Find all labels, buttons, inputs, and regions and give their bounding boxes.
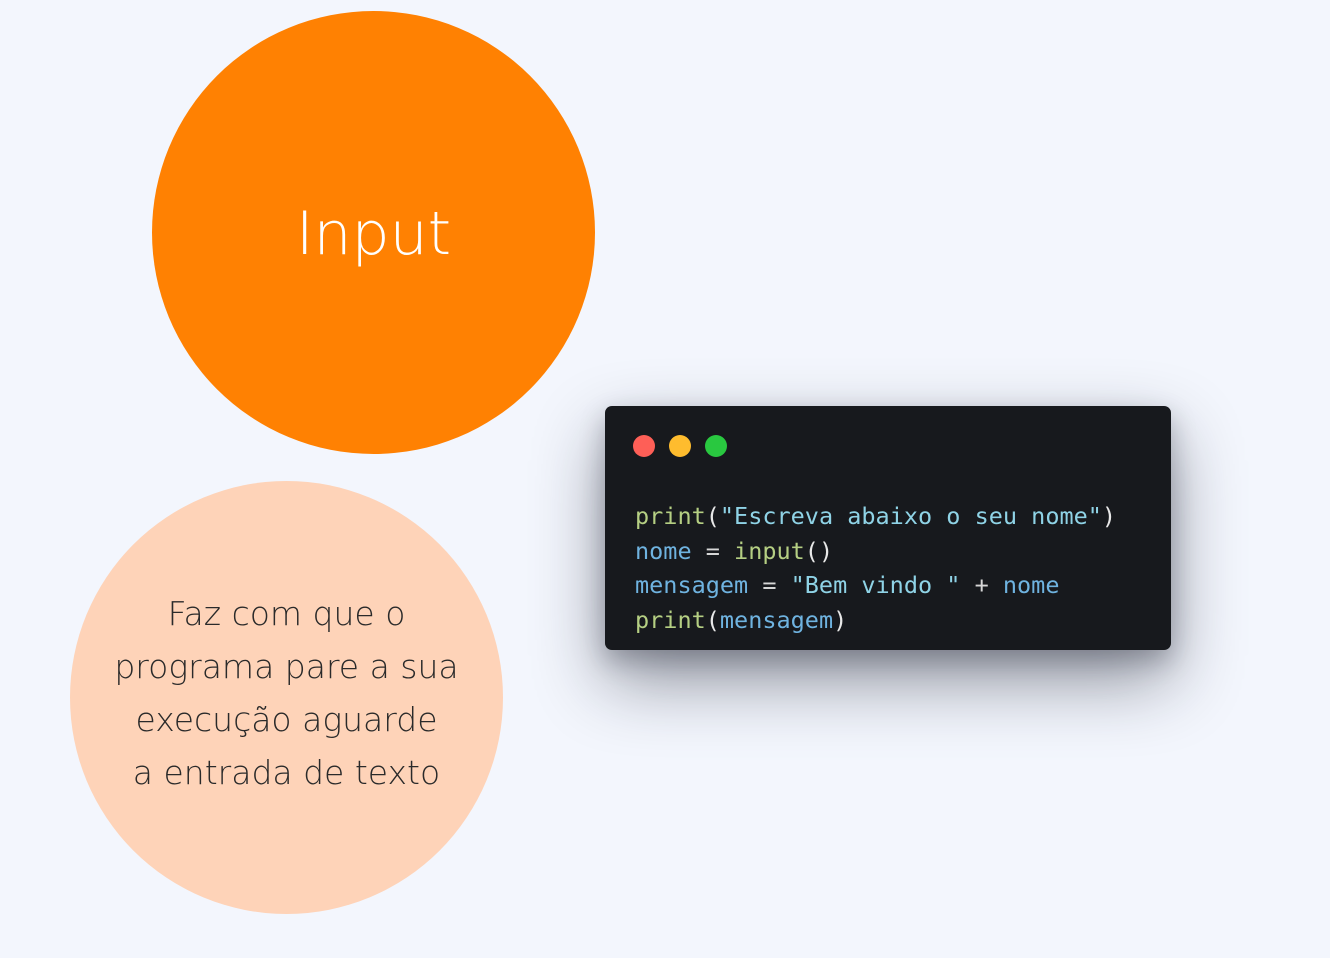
- code-token: print: [635, 502, 706, 530]
- slide-title: Input: [295, 198, 452, 269]
- code-token: nome: [1002, 571, 1060, 599]
- description-circle: Faz com que o programa pare a sua execuç…: [70, 481, 503, 914]
- code-block: print("Escreva abaixo o seu nome") nome =…: [635, 499, 1116, 637]
- code-token: +: [960, 571, 1003, 599]
- code-token: (): [804, 536, 834, 565]
- code-token: print: [635, 605, 706, 634]
- code-token: nome: [635, 536, 692, 565]
- code-token: ): [1101, 502, 1117, 530]
- code-token: =: [691, 536, 735, 565]
- title-circle: Input: [152, 11, 595, 454]
- code-line: mensagem = "Bem vindo " + nome: [635, 568, 1116, 603]
- description-line: execução aguarde: [135, 699, 438, 739]
- code-token: "Escreva abaixo o seu nome": [719, 502, 1102, 530]
- close-dot-icon: [633, 435, 655, 457]
- code-token: ): [833, 605, 848, 634]
- code-token: mensagem: [719, 605, 834, 634]
- slide-description: Faz com que o programa pare a sua execuç…: [114, 587, 458, 799]
- code-token: input: [734, 536, 805, 565]
- description-line: a entrada de texto: [132, 752, 441, 792]
- window-controls: [633, 435, 727, 457]
- code-line: print("Escreva abaixo o seu nome"): [635, 499, 1116, 534]
- description-line: programa pare a sua: [114, 646, 459, 686]
- code-token: (: [705, 502, 720, 530]
- code-line: nome = input(): [635, 534, 1116, 569]
- code-token: "Bem vindo ": [790, 571, 961, 599]
- code-token: =: [748, 571, 791, 599]
- code-token: (: [705, 605, 720, 634]
- maximize-dot-icon: [705, 435, 727, 457]
- code-line: print(mensagem): [635, 603, 1116, 638]
- code-token: mensagem: [635, 571, 749, 599]
- description-line: Faz com que o: [167, 593, 406, 633]
- minimize-dot-icon: [669, 435, 691, 457]
- code-window: print("Escreva abaixo o seu nome") nome =…: [605, 406, 1171, 650]
